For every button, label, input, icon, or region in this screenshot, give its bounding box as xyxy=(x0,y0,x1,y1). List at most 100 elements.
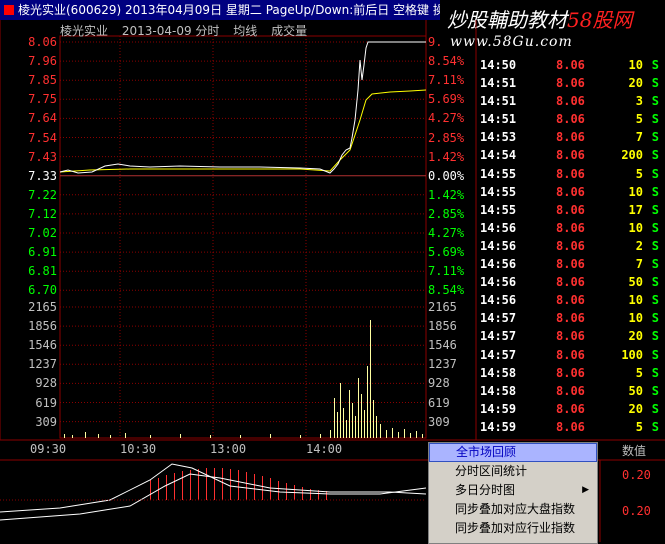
tick-price: 8.06 xyxy=(556,112,585,127)
volume-tick-label: 928 xyxy=(35,376,57,391)
volume-bar xyxy=(300,435,301,438)
tick-list[interactable]: 14:50 8.06 10 S 14:51 8.06 20 S 14:51 8.06 3 S 14:51… xyxy=(478,58,665,438)
price-tick-label: 7.64 xyxy=(28,111,57,126)
percent-tick-label: 8.54% xyxy=(428,283,465,298)
price-tick-label: 7.75 xyxy=(28,92,57,107)
tick-price: 8.06 xyxy=(556,58,585,72)
tick-time: 14:59 xyxy=(480,419,517,434)
price-tick-label: 6.70 xyxy=(28,283,57,298)
tick-time: 14:54 xyxy=(480,148,517,163)
volume-bar xyxy=(370,320,371,438)
tick-vol: 20 xyxy=(628,401,643,416)
tick-time: 14:57 xyxy=(480,347,517,362)
tick-side: S xyxy=(651,311,659,326)
tick-price: 8.06 xyxy=(556,311,585,326)
price-tick-label: 7.43 xyxy=(28,149,57,164)
menu-item-label: 同步叠加对应大盘指数 xyxy=(455,502,576,516)
volume-bar xyxy=(320,434,321,438)
volume-bar xyxy=(343,408,344,438)
tick-vol: 3 xyxy=(635,94,643,109)
tick-side: S xyxy=(651,184,659,199)
tick-vol: 10 xyxy=(628,58,643,72)
indicator-tick-label: 0.20 xyxy=(622,468,651,482)
tick-side: S xyxy=(651,293,659,308)
indicator-bar xyxy=(286,483,287,500)
tick-row: 14:59 8.06 5 S xyxy=(478,420,665,438)
tick-row: 14:51 8.06 5 S xyxy=(478,112,665,130)
volume-bar xyxy=(373,400,374,438)
indicator-tick-label: 0.20 xyxy=(622,504,651,518)
indicator-bar xyxy=(182,471,183,500)
tick-row: 14:59 8.06 20 S xyxy=(478,402,665,420)
tick-vol: 5 xyxy=(635,365,643,380)
volume-bar xyxy=(416,431,417,438)
tick-time: 14:56 xyxy=(480,238,517,253)
tick-side: S xyxy=(651,202,659,217)
volume-bar xyxy=(334,398,335,438)
average-price-line xyxy=(59,89,427,173)
tick-time: 14:55 xyxy=(480,166,517,181)
volume-bars xyxy=(64,320,423,438)
volume-tick-label: 2165 xyxy=(28,300,57,314)
indicator-bar xyxy=(166,475,167,500)
tick-row: 14:56 8.06 50 S xyxy=(478,275,665,293)
tick-side: S xyxy=(651,401,659,416)
tick-vol: 10 xyxy=(628,293,643,308)
volume-tick-label: 1546 xyxy=(28,338,57,353)
tick-time: 14:58 xyxy=(480,365,517,380)
indicator-bar xyxy=(230,469,231,500)
tick-vol: 20 xyxy=(628,76,643,91)
price-tick-label: 7.96 xyxy=(28,54,57,69)
tick-price: 8.06 xyxy=(556,419,585,434)
tick-vol: 50 xyxy=(628,383,643,398)
tick-row: 14:57 8.06 20 S xyxy=(478,329,665,347)
volume-tick-label: 309 xyxy=(428,414,450,429)
price-tick-label: 7.33 xyxy=(28,168,57,183)
percent-tick-label: 4.27% xyxy=(428,226,465,240)
volume-bar xyxy=(180,434,181,438)
volume-tick-label: 309 xyxy=(35,414,57,429)
indicator-line-fast xyxy=(0,463,427,513)
tick-row: 14:51 8.06 3 S xyxy=(478,94,665,112)
indicator-bar xyxy=(214,468,215,500)
volume-bar xyxy=(376,416,377,438)
volume-bar xyxy=(85,432,86,438)
indicator-bar xyxy=(262,476,263,500)
tick-vol: 17 xyxy=(628,202,643,217)
tick-vol: 10 xyxy=(628,184,643,199)
menu-item[interactable]: 同步叠加对应行业指数 xyxy=(429,519,597,538)
tick-row: 14:51 8.06 20 S xyxy=(478,76,665,94)
volume-bar xyxy=(64,434,65,438)
menu-item[interactable]: 全市场回顾 xyxy=(429,443,597,462)
value-tab[interactable]: 数值 xyxy=(600,442,665,458)
price-tick-label: 7.85 xyxy=(28,73,57,88)
context-menu[interactable]: 全市场回顾 分时区间统计 多日分时图 ▶ 同步叠加对应大盘指数同步叠加对应行业指数 xyxy=(428,442,598,544)
tick-row: 14:56 8.06 10 S xyxy=(478,293,665,311)
indicator-bar xyxy=(278,481,279,500)
volume-bar xyxy=(125,433,126,438)
tick-vol: 10 xyxy=(628,311,643,326)
volume-tick-label: 1856 xyxy=(428,319,457,334)
tick-side: S xyxy=(651,76,659,91)
price-tick-label: 6.91 xyxy=(28,245,57,260)
tick-time: 14:59 xyxy=(480,401,517,416)
volume-bar xyxy=(398,432,399,438)
tick-vol: 7 xyxy=(635,130,643,145)
menu-item[interactable]: 同步叠加对应大盘指数 xyxy=(429,500,597,519)
price-tick-label: 7.54 xyxy=(28,130,57,145)
volume-bar xyxy=(392,428,393,438)
volume-bar xyxy=(355,416,356,438)
tick-vol: 5 xyxy=(635,166,643,181)
tick-row: 14:50 8.06 10 S xyxy=(478,58,665,76)
menu-item[interactable]: 多日分时图 ▶ xyxy=(429,481,597,500)
tick-price: 8.06 xyxy=(556,94,585,109)
chart-date: 2013-04-09 分时 xyxy=(121,24,220,38)
volume-grid xyxy=(60,306,426,423)
volume-bar xyxy=(352,403,353,438)
menu-item[interactable]: 分时区间统计 xyxy=(429,462,597,481)
tick-row: 14:55 8.06 10 S xyxy=(478,185,665,203)
volume-tick-label: 928 xyxy=(428,376,450,391)
indicator-bar xyxy=(150,480,151,500)
tick-price: 8.06 xyxy=(556,347,585,362)
volume-tick-label: 1856 xyxy=(28,319,57,334)
